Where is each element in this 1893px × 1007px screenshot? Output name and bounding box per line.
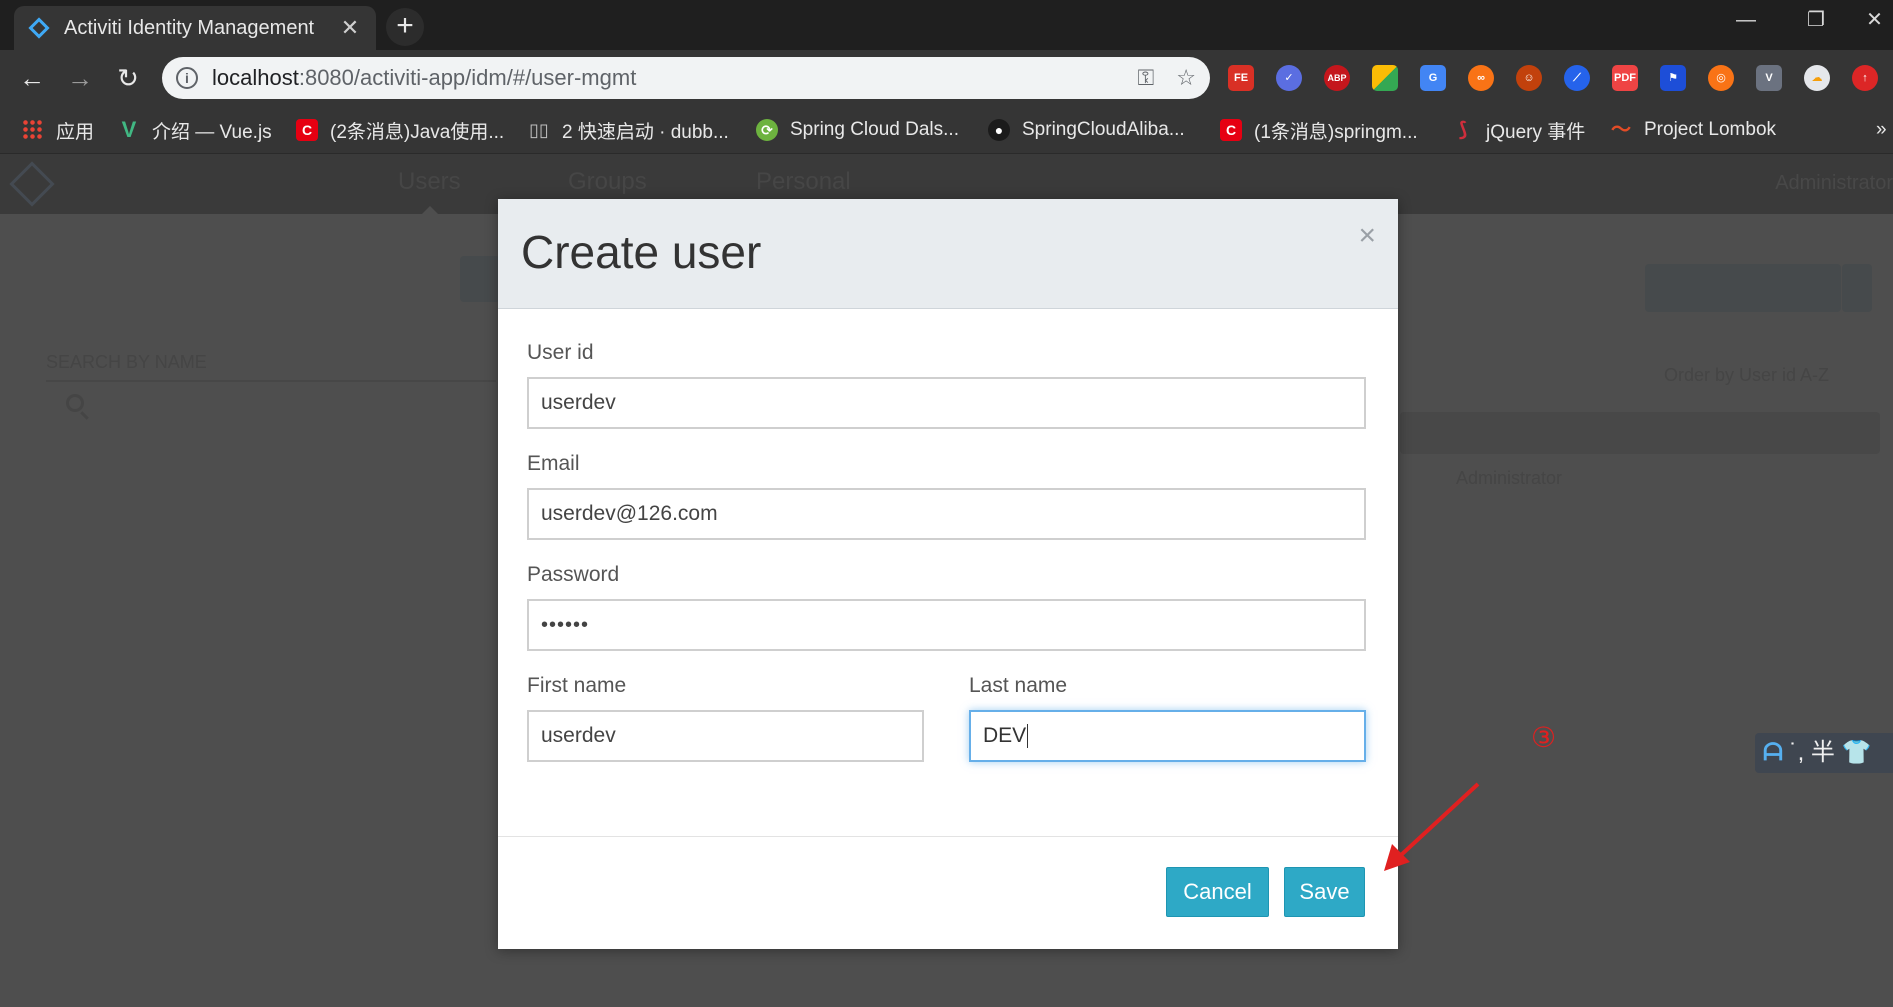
bookmarks-bar: . 应用 V 介绍 — Vue.js C (2条消息)Java使用... ▯▯ … [0,106,1893,154]
bookmark-github-alibaba[interactable]: ● SpringCloudAliba... [988,116,1185,144]
active-nav-caret [420,206,440,216]
last-name-value: DEV [983,724,1027,747]
fe-helper-extension-icon[interactable]: FE [1228,65,1254,91]
forward-icon[interactable]: → [62,60,98,96]
ime-toolbar[interactable]: ᗩ ˙, 半 👕 [1755,733,1893,773]
minimize-window-icon[interactable]: — [1716,0,1776,42]
email-input[interactable]: userdev@126.com [527,488,1366,540]
url-path: :8080/activiti-app/idm/#/user-mgmt [298,65,637,90]
ime-logo-icon: ᗩ [1763,739,1783,766]
browser-tab[interactable]: Activiti Identity Management ✕ [14,6,376,50]
save-button[interactable]: Save [1284,867,1365,917]
email-label: Email [527,452,580,475]
password-input[interactable]: •••••• [527,599,1366,651]
bookmark-spring-cloud[interactable]: ⟳ Spring Cloud Dals... [756,116,959,144]
admin-user-menu[interactable]: Administrator [1775,172,1893,195]
key-icon[interactable]: ⚿ [1138,65,1155,91]
search-input-underline[interactable] [46,380,496,382]
vue-devtools-icon[interactable]: V [1756,65,1782,91]
url-field[interactable]: i localhost :8080/activiti-app/idm/#/use… [162,57,1210,99]
create-user-modal: Create user × User id userdev Email user… [498,199,1398,949]
ime-shirt-icon: 👕 [1841,739,1872,766]
nav-groups[interactable]: Groups [568,168,647,196]
search-by-name-label: SEARCH BY NAME [46,352,207,372]
github-icon: ● [988,119,1010,141]
weather-extension-icon[interactable]: ☁ [1804,65,1830,91]
book-icon: ▯▯ [529,120,549,140]
csdn-icon: C [296,119,318,141]
user-id-input[interactable]: userdev [527,377,1366,429]
create-user-button-dimmed[interactable] [460,256,500,302]
last-name-input[interactable]: DEV [969,710,1366,762]
user-row-name: Administrator [1456,468,1563,488]
bookmark-lombok[interactable]: 〜 Project Lombok [1610,116,1776,144]
url-host: localhost [212,65,299,90]
bookmark-apps[interactable]: . 应用 [22,116,94,144]
flag-extension-icon[interactable]: ⚑ [1660,65,1686,91]
bookmarks-more-button[interactable]: » [1876,116,1887,144]
feather-extension-icon[interactable]: ⟋ [1564,65,1590,91]
restore-window-icon[interactable]: ❐ [1786,0,1846,42]
note-extension-icon[interactable] [1372,65,1398,91]
google-translate-icon[interactable]: G [1420,65,1446,91]
modal-title: Create user [521,226,762,278]
first-name-input[interactable]: userdev [527,710,924,762]
step-number-annotation: ③ [1531,722,1557,753]
tab-title: Activiti Identity Management [64,16,315,39]
modal-header: Create user × [498,199,1398,309]
runoob-icon: ⟆ [1458,119,1468,141]
address-bar-row: ← → ↻ i localhost :8080/activiti-app/idm… [0,50,1893,106]
tab-close-icon[interactable]: ✕ [338,15,362,41]
ime-status-text: ˙, 半 [1789,739,1835,766]
check-extension-icon[interactable]: ✓ [1276,65,1302,91]
bookmark-star-icon[interactable]: ☆ [1176,65,1196,91]
password-label: Password [527,563,620,586]
bookmark-vue[interactable]: V 介绍 — Vue.js [118,116,272,144]
bookmark-jquery[interactable]: ⟆ jQuery 事件 [1452,116,1585,144]
selected-user-row-dimmed[interactable] [1400,412,1880,454]
spring-icon: ⟳ [756,119,778,141]
close-window-icon[interactable]: ✕ [1856,0,1893,42]
search-icon [66,394,84,412]
activiti-logo-icon [9,161,55,207]
tampermonkey-extension-icon[interactable]: ☺ [1516,65,1542,91]
csdn-icon: C [1220,119,1242,141]
update-extension-icon[interactable]: ↑ [1852,65,1878,91]
actions-dropdown-dimmed[interactable] [1842,264,1872,312]
apps-grid-icon: . [22,119,44,141]
bookmark-dubbo[interactable]: ▯▯ 2 快速启动 · dubb... [528,116,729,144]
vue-icon: V [121,117,137,142]
nav-users[interactable]: Users [398,168,461,196]
last-name-label: Last name [969,674,1068,697]
extensions-row: FE ✓ ABP G ∞ ☺ ⟋ PDF ⚑ ◎ V ☁ ↑ [1228,62,1878,94]
text-cursor [1027,724,1029,749]
new-tab-button[interactable]: + [386,8,424,46]
back-icon[interactable]: ← [14,60,50,96]
user-id-label: User id [527,341,594,364]
order-by-dropdown[interactable]: Order by User id A-Z [1664,365,1829,386]
cancel-button[interactable]: Cancel [1166,867,1269,917]
infinity-extension-icon[interactable]: ∞ [1468,65,1494,91]
modal-close-icon[interactable]: × [1358,219,1376,253]
pdf-extension-icon[interactable]: PDF [1612,65,1638,91]
first-name-label: First name [527,674,627,697]
site-info-icon[interactable]: i [176,67,198,89]
adblock-plus-icon[interactable]: ABP [1324,65,1350,91]
actions-button-dimmed[interactable] [1645,264,1841,312]
bookmark-csdn-spring[interactable]: C (1条消息)springm... [1220,116,1418,144]
modal-footer-divider [498,836,1398,837]
nav-personal[interactable]: Personal [756,168,851,196]
reload-icon[interactable]: ↻ [110,60,146,96]
bookmark-csdn-java[interactable]: C (2条消息)Java使用... [296,116,504,144]
lombok-icon: 〜 [1611,119,1631,141]
lifebuoy-extension-icon[interactable]: ◎ [1708,65,1734,91]
browser-tabstrip: Activiti Identity Management ✕ + — ❐ ✕ [0,0,1893,50]
activiti-favicon-icon [28,17,50,39]
